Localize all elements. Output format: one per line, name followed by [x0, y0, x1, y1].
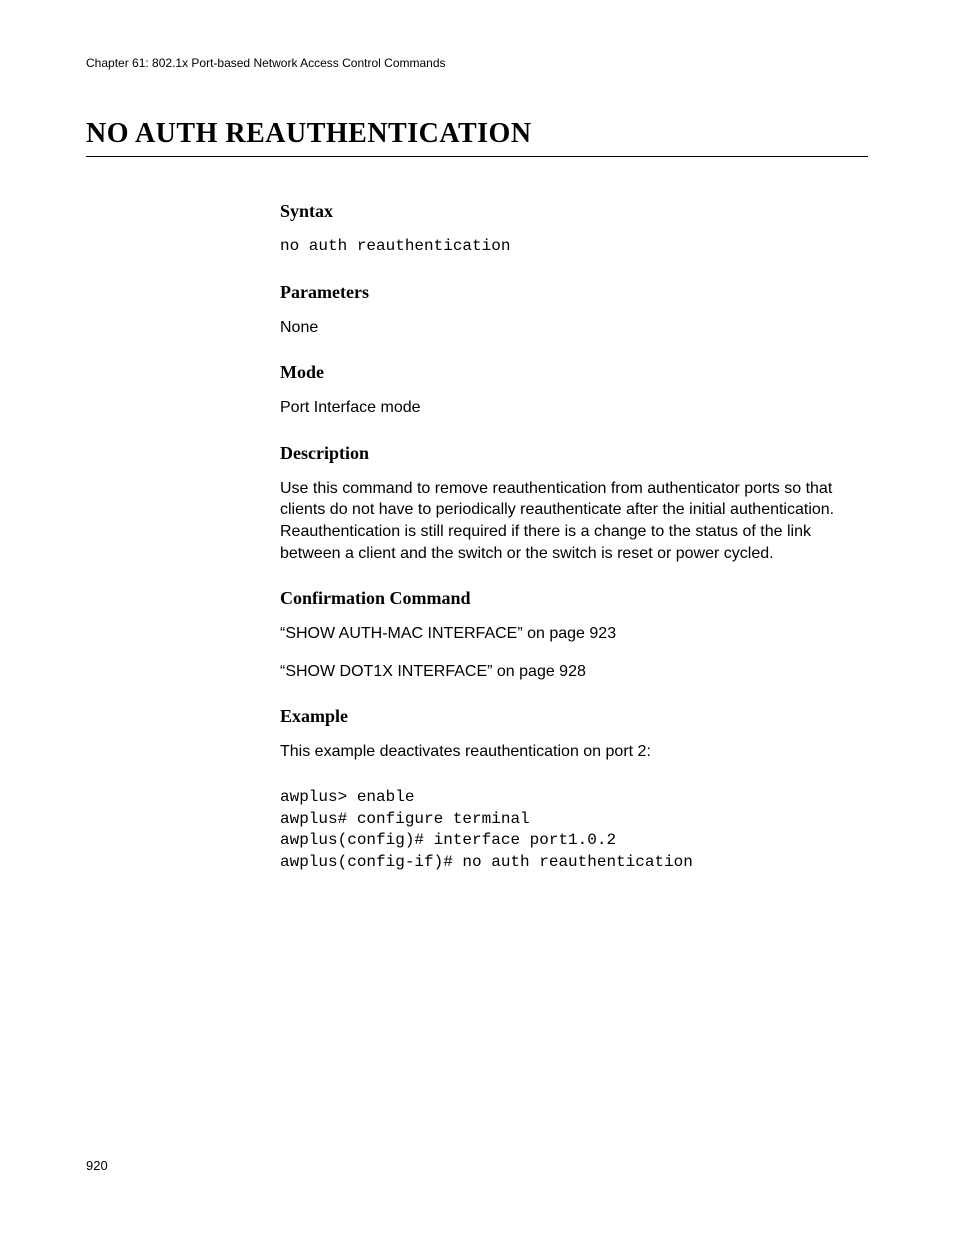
page-title: NO AUTH REAUTHENTICATION: [86, 118, 868, 157]
mode-text: Port Interface mode: [280, 397, 868, 419]
description-text: Use this command to remove reauthenticat…: [280, 478, 868, 564]
content-area: Syntax no auth reauthentication Paramete…: [280, 201, 868, 873]
description-heading: Description: [280, 443, 868, 464]
page-container: Chapter 61: 802.1x Port-based Network Ac…: [0, 0, 954, 873]
confirmation-line-1: “SHOW AUTH-MAC INTERFACE” on page 923: [280, 623, 868, 645]
parameters-heading: Parameters: [280, 282, 868, 303]
confirmation-line-2: “SHOW DOT1X INTERFACE” on page 928: [280, 661, 868, 683]
confirmation-heading: Confirmation Command: [280, 588, 868, 609]
mode-heading: Mode: [280, 362, 868, 383]
example-code: awplus> enable awplus# configure termina…: [280, 787, 868, 873]
syntax-heading: Syntax: [280, 201, 868, 222]
syntax-code: no auth reauthentication: [280, 236, 868, 258]
page-number: 920: [86, 1158, 108, 1173]
example-intro: This example deactivates reauthenticatio…: [280, 741, 868, 763]
parameters-text: None: [280, 317, 868, 339]
chapter-header: Chapter 61: 802.1x Port-based Network Ac…: [86, 56, 868, 70]
example-heading: Example: [280, 706, 868, 727]
